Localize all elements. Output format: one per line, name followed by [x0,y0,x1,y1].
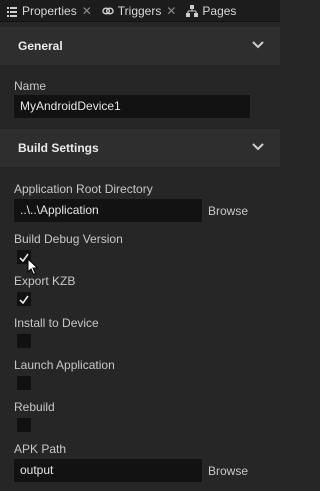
rebuild-label: Rebuild [14,400,55,414]
name-field[interactable]: MyAndroidDevice1 [14,95,250,118]
section-general-title: General [18,39,63,53]
tab-bar: Properties ✕ Triggers ✕ Pages [0,0,280,22]
link-icon [101,5,114,17]
debug-label: Build Debug Version [14,232,123,246]
apk-path-field[interactable]: output [14,459,202,482]
launch-label: Launch Application [14,358,115,372]
hierarchy-icon [186,4,199,17]
properties-list-icon [6,5,18,17]
chevron-down-icon[interactable] [252,40,264,50]
checkmark-icon [19,295,29,304]
app-root-label: Application Root Directory [14,182,153,196]
install-label: Install to Device [14,316,99,330]
app-root-field[interactable]: ..\..\Application [14,199,202,222]
tab-properties[interactable]: Properties ✕ [0,0,96,22]
section-general-header[interactable]: General [0,27,280,65]
tab-triggers-label: Triggers [117,3,162,18]
close-icon[interactable]: ✕ [82,4,92,18]
export-checkbox[interactable] [17,292,31,306]
close-icon[interactable]: ✕ [166,4,176,18]
tab-triggers[interactable]: Triggers ✕ [96,0,181,22]
launch-checkbox[interactable] [17,376,31,390]
name-label: Name [14,79,47,93]
section-build-header[interactable]: Build Settings [0,129,280,167]
export-label: Export KZB [14,274,76,288]
install-checkbox[interactable] [17,334,31,348]
apk-path-browse-button[interactable]: Browse [208,464,248,478]
tab-pages[interactable]: Pages [180,0,240,22]
app-root-browse-button[interactable]: Browse [208,204,248,218]
apk-path-label: APK Path [14,442,67,456]
mouse-cursor-icon [27,258,39,276]
rebuild-checkbox[interactable] [17,418,31,432]
section-build-title: Build Settings [18,141,99,155]
chevron-down-icon[interactable] [252,142,264,152]
tab-properties-label: Properties [22,3,77,18]
tab-pages-label: Pages [202,3,237,18]
